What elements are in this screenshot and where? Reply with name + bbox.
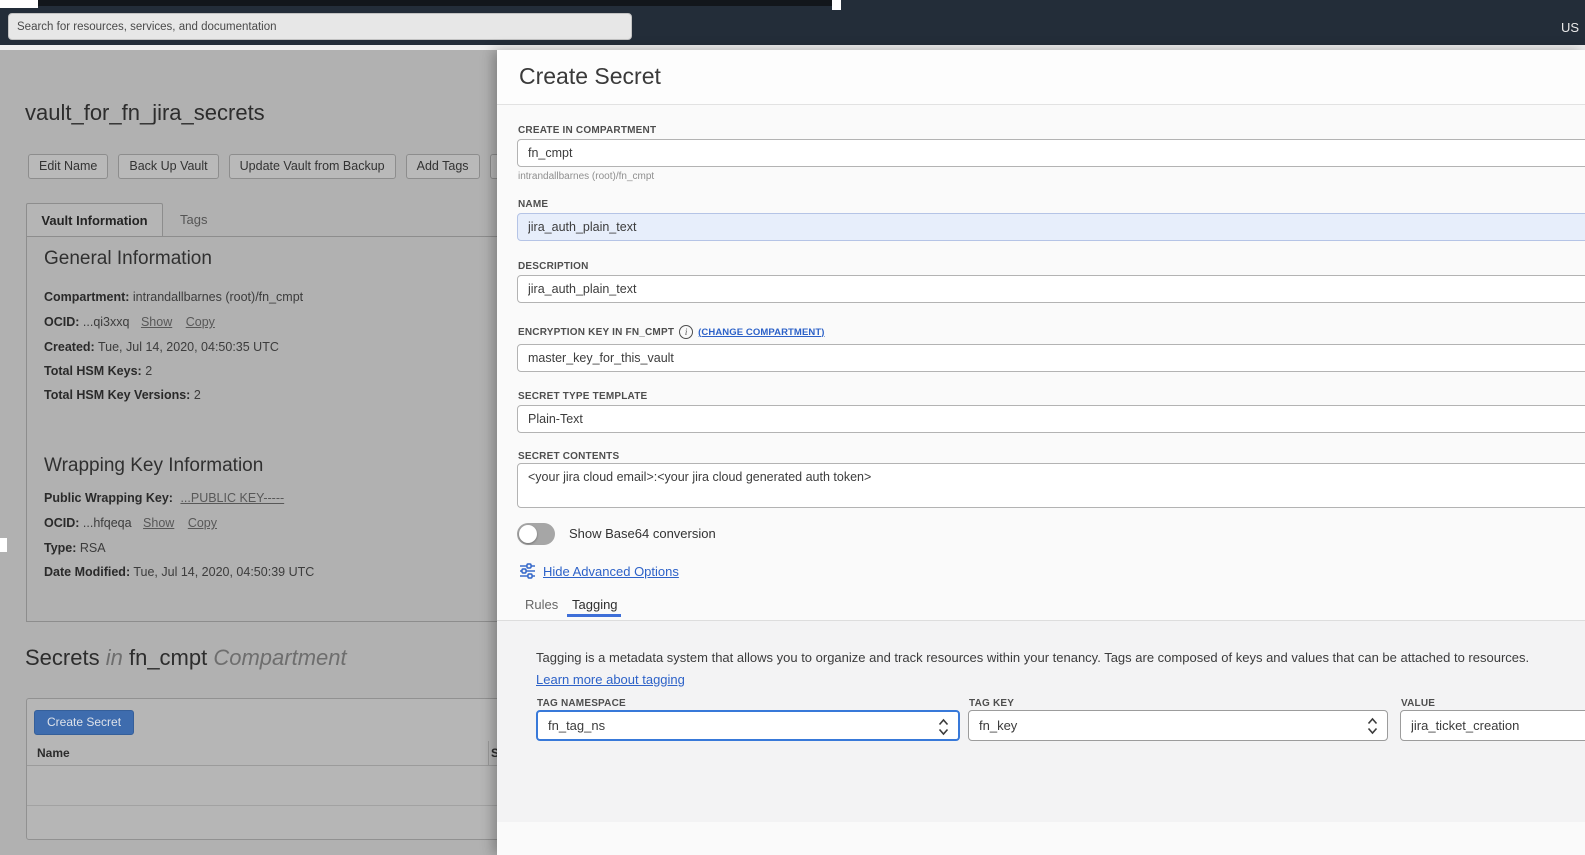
panel-title: Create Secret: [519, 63, 661, 89]
panel-header: Create Secret: [497, 50, 1585, 105]
tag-value-input[interactable]: [1401, 711, 1585, 740]
tab-tagging[interactable]: Tagging: [572, 597, 618, 612]
tag-value-label: VALUE: [1401, 698, 1436, 709]
ocid-copy-link[interactable]: Copy: [186, 315, 215, 329]
window-notch-artifact: [832, 0, 841, 10]
active-tab-underline: [567, 614, 621, 617]
column-divider: [488, 741, 489, 766]
window-corner-artifact: [0, 0, 38, 8]
base64-toggle-label: Show Base64 conversion: [569, 526, 716, 541]
base64-toggle[interactable]: [517, 523, 555, 545]
secret-type-select[interactable]: [517, 405, 1585, 433]
update-vault-from-backup-button[interactable]: Update Vault from Backup: [228, 154, 396, 179]
toggle-knob-icon: [519, 525, 537, 543]
column-header-name: Name: [37, 746, 70, 760]
tab-tags[interactable]: Tags: [180, 212, 207, 227]
advanced-options-row: Hide Advanced Options: [519, 563, 679, 579]
compartment-helper: intrandallbarnes (root)/fn_cmpt: [518, 171, 655, 182]
tag-key-label: TAG KEY: [969, 698, 1015, 709]
ocid-show-link[interactable]: Show: [141, 315, 172, 329]
change-compartment-link[interactable]: (CHANGE COMPARTMENT): [698, 327, 824, 338]
top-navigation-bar: US: [0, 0, 1585, 45]
tag-namespace-label: TAG NAMESPACE: [537, 698, 626, 709]
general-information-heading: General Information: [44, 248, 212, 269]
tag-key-select[interactable]: [968, 710, 1388, 741]
create-secret-panel: Create Secret CREATE IN COMPARTMENT intr…: [497, 50, 1585, 855]
public-wrapping-key-row: Public Wrapping Key: ...PUBLIC KEY-----: [44, 491, 285, 505]
name-field[interactable]: [517, 213, 1585, 241]
region-label[interactable]: US: [1561, 20, 1579, 35]
edit-name-button[interactable]: Edit Name: [28, 154, 109, 179]
learn-more-tagging-link[interactable]: Learn more about tagging: [536, 672, 685, 687]
description-label: DESCRIPTION: [518, 261, 589, 272]
tab-rules[interactable]: Rules: [525, 597, 558, 612]
chevron-updown-icon: [1367, 717, 1378, 735]
encryption-key-select[interactable]: [517, 344, 1585, 372]
create-secret-button[interactable]: Create Secret: [34, 710, 135, 735]
ocid-row: OCID: ...qi3xxq Show Copy: [44, 315, 215, 329]
encryption-key-label: ENCRYPTION KEY IN FN_CMPT: [518, 326, 675, 338]
public-wrapping-key-link[interactable]: ...PUBLIC KEY-----: [180, 491, 284, 505]
tagging-section: Tagging is a metadata system that allows…: [497, 621, 1585, 822]
secret-contents-label: SECRET CONTENTS: [518, 451, 620, 462]
screen: US vault_for_fn_jira_secrets Edit Name B…: [0, 0, 1585, 855]
sliders-icon: [520, 563, 535, 579]
hide-advanced-options-link[interactable]: Hide Advanced Options: [543, 564, 679, 579]
tab-vault-information[interactable]: Vault Information: [26, 203, 163, 237]
type-row: Type: RSA: [44, 541, 106, 555]
compartment-label: CREATE IN COMPARTMENT: [518, 125, 657, 136]
description-field[interactable]: [517, 275, 1585, 303]
secret-type-label: SECRET TYPE TEMPLATE: [518, 391, 648, 402]
compartment-select[interactable]: [517, 139, 1585, 167]
back-up-vault-button[interactable]: Back Up Vault: [118, 154, 219, 179]
window-edge-artifact: [0, 538, 7, 552]
compartment-row: Compartment: intrandallbarnes (root)/fn_…: [44, 290, 304, 304]
tagging-description: Tagging is a metadata system that allows…: [536, 650, 1530, 665]
secrets-section-heading: Secrets in fn_cmpt Compartment: [25, 645, 347, 670]
wrapping-ocid-row: OCID: ...hfqeqa Show Copy: [44, 516, 217, 530]
tag-namespace-value[interactable]: [538, 712, 958, 739]
encryption-key-label-row: ENCRYPTION KEY IN FN_CMPT (CHANGE COMPAR…: [518, 325, 825, 339]
wrapping-key-information-heading: Wrapping Key Information: [44, 455, 264, 476]
add-tags-button[interactable]: Add Tags: [405, 154, 480, 179]
tag-key-value[interactable]: [969, 711, 1387, 740]
tag-namespace-select[interactable]: [536, 710, 960, 741]
search-input[interactable]: [8, 13, 632, 40]
date-modified-row: Date Modified: Tue, Jul 14, 2020, 04:50:…: [44, 565, 315, 579]
window-edge-artifact: [38, 0, 832, 6]
created-row: Created: Tue, Jul 14, 2020, 04:50:35 UTC: [44, 340, 279, 354]
tag-value-field[interactable]: [1400, 710, 1585, 741]
chevron-updown-icon: [938, 718, 949, 736]
wrapping-ocid-copy-link[interactable]: Copy: [188, 516, 217, 530]
page-title: vault_for_fn_jira_secrets: [25, 100, 265, 125]
total-hsm-keys-row: Total HSM Keys: 2: [44, 364, 153, 378]
name-label: NAME: [518, 199, 549, 210]
wrapping-ocid-show-link[interactable]: Show: [143, 516, 174, 530]
secret-contents-textarea[interactable]: <your jira cloud email>:<your jira cloud…: [517, 463, 1585, 508]
total-hsm-key-versions-row: Total HSM Key Versions: 2: [44, 388, 201, 402]
info-icon[interactable]: [679, 325, 694, 339]
